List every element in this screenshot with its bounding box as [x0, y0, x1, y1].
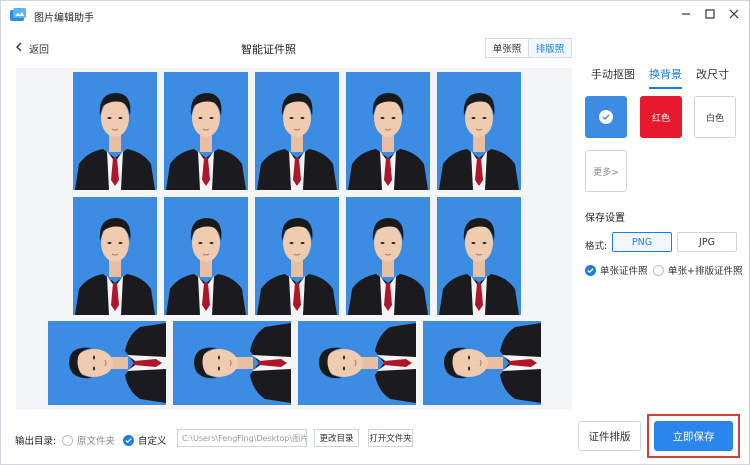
radio-label: 自定义: [138, 436, 167, 447]
open-folder-button[interactable]: 打开文件夹: [368, 429, 413, 447]
chevron-left-icon: [15, 42, 23, 55]
id-photo-2: [164, 72, 248, 190]
id-photo-6: [73, 197, 157, 315]
id-photo-8: [255, 197, 339, 315]
output-path-input[interactable]: C:\Users\FengFing\Desktop\图片\: [177, 429, 307, 447]
swatch-red[interactable]: 红色: [640, 96, 682, 138]
tab-change-background[interactable]: 换背景: [649, 66, 682, 89]
radio-label: 原文件夹: [77, 436, 116, 447]
window-controls: [679, 7, 741, 21]
swatch-blue[interactable]: [585, 96, 627, 138]
id-photo-3: [255, 72, 339, 190]
check-icon: [599, 110, 613, 124]
radio-single-photo[interactable]: 单张证件照: [585, 263, 648, 277]
maximize-icon[interactable]: [703, 7, 717, 21]
radio-label: 单张证件照: [600, 266, 648, 277]
id-photo-9: [346, 197, 430, 315]
id-photo-14: [423, 321, 541, 405]
change-directory-button[interactable]: 更改目录: [314, 429, 359, 447]
back-button[interactable]: 返回: [15, 41, 49, 56]
close-icon[interactable]: [727, 7, 741, 21]
output-dir-label: 输出目录:: [15, 436, 57, 447]
tab-manual-cutout[interactable]: 手动抠图: [591, 66, 635, 89]
tab-change-size[interactable]: 改尺寸: [696, 66, 729, 89]
app-logo-icon: [9, 7, 27, 23]
swatch-white[interactable]: 白色: [694, 96, 736, 138]
more-colors-button[interactable]: 更多>: [585, 150, 627, 192]
id-photo-12: [173, 321, 291, 405]
id-photo-13: [298, 321, 416, 405]
page-title: 智能证件照: [241, 43, 296, 56]
radio-checked-icon: [123, 434, 134, 446]
photo-layout-button[interactable]: 证件排版: [578, 421, 641, 451]
radio-unchecked-icon: [653, 264, 664, 276]
mode-tabs: 单张照 排版照: [485, 38, 572, 58]
format-png-button[interactable]: PNG: [612, 232, 672, 252]
id-photo-10: [437, 197, 521, 315]
radio-unchecked-icon: [62, 434, 73, 446]
radio-custom-folder[interactable]: 自定义: [123, 433, 167, 447]
id-photo-1: [73, 72, 157, 190]
format-jpg-button[interactable]: JPG: [677, 232, 737, 252]
radio-original-folder[interactable]: 原文件夹: [62, 433, 115, 447]
title-bar: 图片编辑助手: [1, 1, 750, 31]
tab-single-photo[interactable]: 单张照: [486, 39, 528, 57]
radio-checked-icon: [585, 264, 596, 276]
app-window: 图片编辑助手 返回 智能证件照 单张照 排版照 手动抠图 换背景 改尺寸 红色 …: [0, 0, 750, 465]
radio-single-plus-layout[interactable]: 单张+排版证件照: [653, 263, 742, 277]
save-now-button[interactable]: 立即保存: [654, 421, 733, 451]
id-photo-4: [346, 72, 430, 190]
radio-label: 单张+排版证件照: [668, 266, 743, 277]
app-title: 图片编辑助手: [34, 13, 94, 24]
id-photo-11: [48, 321, 166, 405]
tab-layout-photo[interactable]: 排版照: [528, 39, 571, 57]
format-label: 格式:: [585, 241, 608, 252]
photo-layout-canvas: [16, 68, 572, 410]
save-settings-title: 保存设置: [585, 213, 625, 224]
minimize-icon[interactable]: [679, 7, 693, 21]
side-tabs: 手动抠图 换背景 改尺寸: [591, 66, 729, 89]
back-label: 返回: [29, 45, 49, 56]
id-photo-5: [437, 72, 521, 190]
id-photo-7: [164, 197, 248, 315]
